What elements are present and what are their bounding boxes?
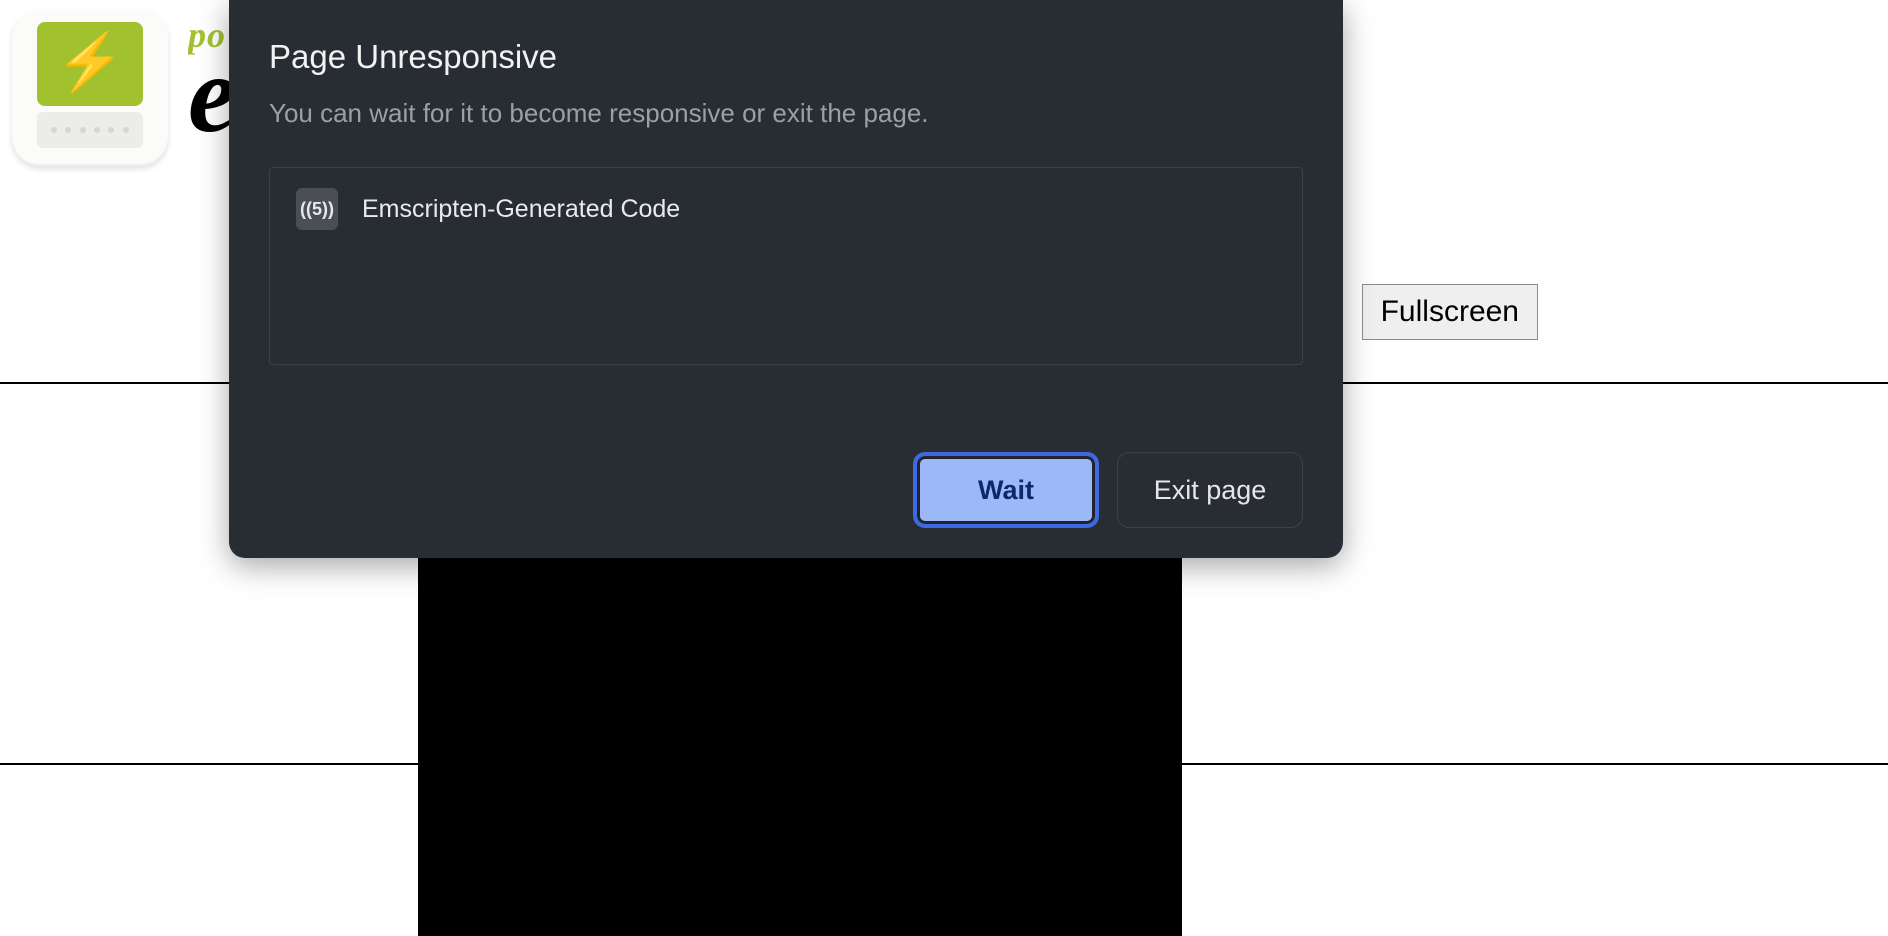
wait-button[interactable]: Wait (913, 452, 1099, 528)
logo-bottom (37, 112, 143, 148)
exit-page-button[interactable]: Exit page (1117, 452, 1303, 528)
emscripten-logo: ⚡ (12, 10, 168, 166)
dialog-actions: Wait Exit page (269, 422, 1303, 528)
logo-top: ⚡ (37, 22, 143, 106)
dialog-subtitle: You can wait for it to become responsive… (269, 98, 1303, 129)
unresponsive-dialog: Page Unresponsive You can wait for it to… (229, 0, 1343, 558)
dot-icon (108, 127, 114, 133)
dot-icon (65, 127, 71, 133)
lightning-icon: ⚡ (55, 34, 125, 90)
page-favicon-icon: ((5)) (296, 188, 338, 230)
page-name-label: Emscripten-Generated Code (362, 195, 680, 224)
dot-icon (94, 127, 100, 133)
dot-icon (80, 127, 86, 133)
divider (0, 763, 1888, 765)
dot-icon (51, 127, 57, 133)
fullscreen-button[interactable]: Fullscreen (1362, 284, 1538, 340)
dot-icon (123, 127, 129, 133)
page-background: ⚡ po el Fullscreen Page Unresponsive You… (0, 0, 1888, 936)
list-item: ((5)) Emscripten-Generated Code (296, 188, 1276, 230)
dialog-title: Page Unresponsive (269, 38, 1303, 76)
unresponsive-pages-list: ((5)) Emscripten-Generated Code (269, 167, 1303, 365)
